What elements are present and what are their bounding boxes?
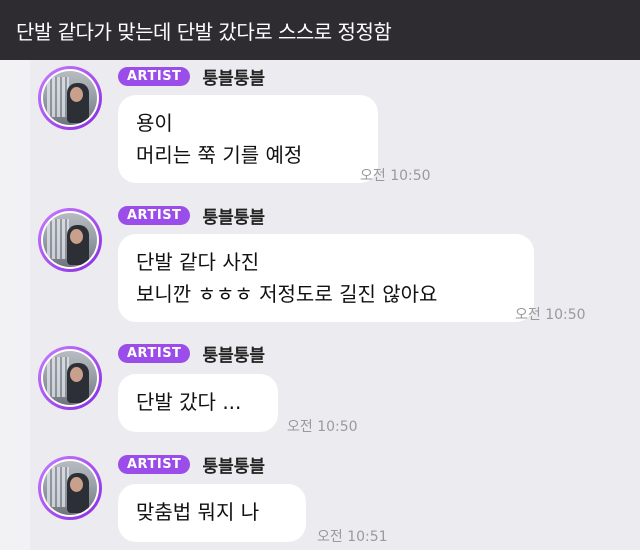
message-bubble[interactable]: 단발 같다 사진 보니깐 ㅎㅎㅎ 저정도로 길진 않아요	[118, 234, 534, 322]
message-header: ARTIST 퉁블퉁블	[118, 65, 265, 89]
message-header: ARTIST 퉁블퉁블	[118, 342, 265, 366]
sender-name: 퉁블퉁블	[202, 345, 265, 366]
message-header: ARTIST 퉁블퉁블	[118, 453, 265, 477]
message-bubble[interactable]: 맞춤법 뭐지 나	[118, 484, 306, 542]
artist-badge: ARTIST	[118, 205, 191, 225]
message-bubble[interactable]: 단발 갔다 ...	[118, 374, 278, 432]
message-timestamp: 오전 10:50	[287, 419, 358, 435]
message-line: 단발 갔다 ...	[136, 390, 242, 414]
sender-name: 퉁블퉁블	[202, 207, 265, 228]
artist-avatar[interactable]	[38, 66, 102, 130]
sender-name: 퉁블퉁블	[202, 68, 265, 89]
post-title: 단발 같다가 맞는데 단발 갔다로 스스로 정정함	[0, 0, 640, 60]
artist-avatar[interactable]	[38, 346, 102, 410]
message-line: 머리는 쭉 기를 예정	[136, 143, 303, 167]
message-line: 보니깐 ㅎㅎㅎ 저정도로 길진 않아요	[136, 282, 438, 306]
message-bubble[interactable]: 용이 머리는 쭉 기를 예정	[118, 95, 378, 183]
chat-area[interactable]: ARTIST 퉁블퉁블 용이 머리는 쭉 기를 예정 오전 10:50 ARTI…	[30, 60, 640, 550]
avatar-photo-icon	[43, 351, 97, 405]
message-line: 단발 같다 사진	[136, 250, 260, 274]
message-timestamp: 오전 10:51	[317, 529, 388, 545]
avatar-photo-icon	[43, 71, 97, 125]
artist-avatar[interactable]	[38, 208, 102, 272]
avatar-photo-icon	[43, 461, 97, 515]
sender-name: 퉁블퉁블	[202, 456, 265, 477]
avatar-photo-icon	[43, 213, 97, 267]
message-line: 용이	[136, 111, 173, 135]
artist-badge: ARTIST	[118, 343, 191, 363]
message-header: ARTIST 퉁블퉁블	[118, 204, 265, 228]
artist-avatar[interactable]	[38, 456, 102, 520]
message-timestamp: 오전 10:50	[360, 168, 431, 184]
message-timestamp: 오전 10:50	[515, 307, 586, 323]
message-line: 맞춤법 뭐지 나	[136, 500, 260, 524]
artist-badge: ARTIST	[118, 454, 191, 474]
artist-badge: ARTIST	[118, 66, 191, 86]
